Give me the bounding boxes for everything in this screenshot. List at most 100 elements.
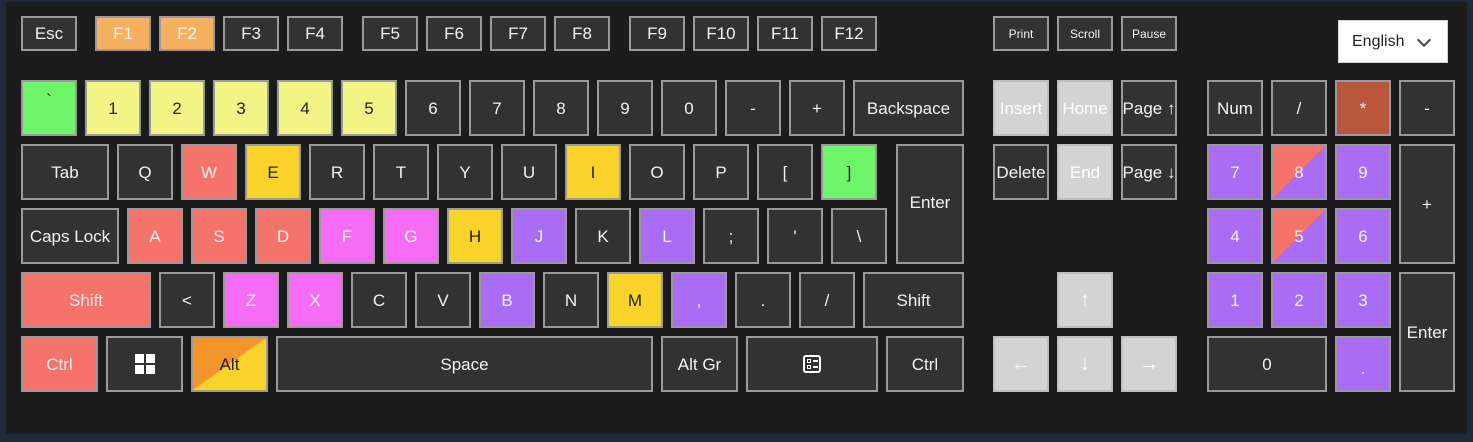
key-lshift[interactable]: Shift <box>21 272 151 328</box>
key-num4[interactable]: 4 <box>1207 208 1263 264</box>
key-scroll[interactable]: Scroll <box>1057 16 1113 51</box>
key-num5[interactable]: 5 <box>1271 208 1327 264</box>
key-q[interactable]: Q <box>117 144 173 200</box>
key-t[interactable]: T <box>373 144 429 200</box>
key-backtick[interactable]: ` <box>21 80 77 136</box>
key-z[interactable]: Z <box>223 272 279 328</box>
key-rbracket[interactable]: ] <box>821 144 877 200</box>
key-menu[interactable] <box>746 336 878 392</box>
key-num2[interactable]: 2 <box>1271 272 1327 328</box>
key-6[interactable]: 6 <box>405 80 461 136</box>
key-num-multiply[interactable]: * <box>1335 80 1391 136</box>
key-pagedown[interactable]: Page ↓ <box>1121 144 1177 200</box>
key-n[interactable]: N <box>543 272 599 328</box>
key-home[interactable]: Home <box>1057 80 1113 136</box>
key-p[interactable]: P <box>693 144 749 200</box>
key-pageup[interactable]: Page ↑ <box>1121 80 1177 136</box>
key-up-arrow[interactable]: ↑ <box>1057 272 1113 328</box>
key-w[interactable]: W <box>181 144 237 200</box>
key-num-decimal[interactable]: . <box>1335 336 1391 392</box>
key-2[interactable]: 2 <box>149 80 205 136</box>
key-r[interactable]: R <box>309 144 365 200</box>
key-num7[interactable]: 7 <box>1207 144 1263 200</box>
key-lt[interactable]: < <box>159 272 215 328</box>
key-0[interactable]: 0 <box>661 80 717 136</box>
key-b[interactable]: B <box>479 272 535 328</box>
key-f7[interactable]: F7 <box>490 16 546 51</box>
key-end[interactable]: End <box>1057 144 1113 200</box>
key-l[interactable]: L <box>639 208 695 264</box>
key-c[interactable]: C <box>351 272 407 328</box>
key-f3[interactable]: F3 <box>223 16 279 51</box>
key-e[interactable]: E <box>245 144 301 200</box>
key-num-add[interactable]: + <box>1399 144 1455 264</box>
key-num1[interactable]: 1 <box>1207 272 1263 328</box>
key-lbracket[interactable]: [ <box>757 144 813 200</box>
key-8[interactable]: 8 <box>533 80 589 136</box>
key-quote[interactable]: ' <box>767 208 823 264</box>
key-pause[interactable]: Pause <box>1121 16 1177 51</box>
key-f[interactable]: F <box>319 208 375 264</box>
key-right-arrow[interactable]: → <box>1121 336 1177 392</box>
key-insert[interactable]: Insert <box>993 80 1049 136</box>
key-f10[interactable]: F10 <box>693 16 749 51</box>
key-m[interactable]: M <box>607 272 663 328</box>
language-select[interactable]: English <box>1338 20 1448 63</box>
key-period[interactable]: . <box>735 272 791 328</box>
key-f1[interactable]: F1 <box>95 16 151 51</box>
key-num-divide[interactable]: / <box>1271 80 1327 136</box>
key-f8[interactable]: F8 <box>554 16 610 51</box>
key-f11[interactable]: F11 <box>757 16 813 51</box>
key-left-arrow[interactable]: ← <box>993 336 1049 392</box>
key-space[interactable]: Space <box>276 336 653 392</box>
key-lctrl[interactable]: Ctrl <box>21 336 98 392</box>
key-f5[interactable]: F5 <box>362 16 418 51</box>
key-s[interactable]: S <box>191 208 247 264</box>
key-3[interactable]: 3 <box>213 80 269 136</box>
key-f6[interactable]: F6 <box>426 16 482 51</box>
key-f9[interactable]: F9 <box>629 16 685 51</box>
key-g[interactable]: G <box>383 208 439 264</box>
key-u[interactable]: U <box>501 144 557 200</box>
key-rshift[interactable]: Shift <box>863 272 964 328</box>
key-backspace[interactable]: Backspace <box>853 80 964 136</box>
key-num3[interactable]: 3 <box>1335 272 1391 328</box>
key-rctrl[interactable]: Ctrl <box>886 336 964 392</box>
key-x[interactable]: X <box>287 272 343 328</box>
key-num6[interactable]: 6 <box>1335 208 1391 264</box>
key-o[interactable]: O <box>629 144 685 200</box>
key-num8[interactable]: 8 <box>1271 144 1327 200</box>
key-9[interactable]: 9 <box>597 80 653 136</box>
key-plus[interactable]: + <box>789 80 845 136</box>
key-7[interactable]: 7 <box>469 80 525 136</box>
key-numlock[interactable]: Num <box>1207 80 1263 136</box>
key-k[interactable]: K <box>575 208 631 264</box>
key-f4[interactable]: F4 <box>287 16 343 51</box>
key-down-arrow[interactable]: ↓ <box>1057 336 1113 392</box>
key-f12[interactable]: F12 <box>821 16 877 51</box>
key-num0[interactable]: 0 <box>1207 336 1327 392</box>
key-print[interactable]: Print <box>993 16 1049 51</box>
key-tab[interactable]: Tab <box>21 144 109 200</box>
key-delete[interactable]: Delete <box>993 144 1049 200</box>
key-y[interactable]: Y <box>437 144 493 200</box>
key-minus[interactable]: - <box>725 80 781 136</box>
key-altgr[interactable]: Alt Gr <box>661 336 738 392</box>
key-h[interactable]: H <box>447 208 503 264</box>
key-a[interactable]: A <box>127 208 183 264</box>
key-i[interactable]: I <box>565 144 621 200</box>
key-esc[interactable]: Esc <box>21 16 77 51</box>
key-f2[interactable]: F2 <box>159 16 215 51</box>
key-semicolon[interactable]: ; <box>703 208 759 264</box>
key-enter[interactable]: Enter <box>896 144 964 264</box>
key-v[interactable]: V <box>415 272 471 328</box>
key-comma[interactable]: , <box>671 272 727 328</box>
key-1[interactable]: 1 <box>85 80 141 136</box>
key-num-enter[interactable]: Enter <box>1399 272 1455 392</box>
key-num-subtract[interactable]: - <box>1399 80 1455 136</box>
key-5[interactable]: 5 <box>341 80 397 136</box>
key-num9[interactable]: 9 <box>1335 144 1391 200</box>
key-win[interactable] <box>106 336 183 392</box>
key-d[interactable]: D <box>255 208 311 264</box>
key-j[interactable]: J <box>511 208 567 264</box>
